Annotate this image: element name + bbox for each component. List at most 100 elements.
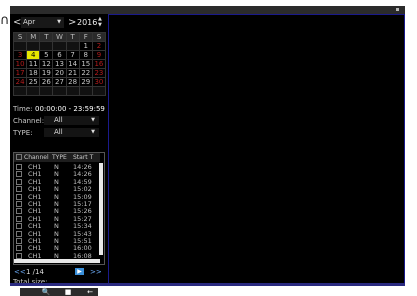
calendar-week: 24 25 26 27 28 29 30 — [12, 77, 107, 87]
row-checkbox[interactable] — [16, 238, 22, 244]
prev-page-button[interactable]: << — [14, 267, 26, 277]
calendar-empty-cell — [26, 86, 41, 96]
calendar-nav: < Apr ▼ > 2016 ▲ ▼ — [12, 16, 106, 30]
calendar-empty-cell — [65, 86, 80, 96]
search-panel: < Apr ▼ > 2016 ▲ ▼ SMTWTFS 1 2 3 4 5 6 7 8 9 10 11 1… — [12, 16, 107, 296]
type-row: TYPE: All ▼ — [12, 128, 106, 138]
calendar-day[interactable]: 30 — [91, 77, 107, 87]
month-select[interactable]: Apr ▼ — [21, 17, 64, 28]
type-select[interactable]: All ▼ — [44, 128, 99, 137]
weekday-label: S — [12, 32, 28, 42]
row-checkbox[interactable] — [16, 193, 22, 200]
calendar-day[interactable]: 12 — [39, 59, 54, 69]
row-checkbox[interactable] — [16, 252, 22, 259]
type-label: TYPE: — [13, 129, 33, 137]
row-checkbox[interactable] — [16, 223, 22, 230]
calendar-empty-cell — [91, 86, 107, 96]
calendar-day[interactable]: 20 — [52, 68, 67, 78]
calendar-day[interactable]: 27 — [52, 77, 67, 87]
calendar-day[interactable]: 2 — [91, 41, 107, 51]
calendar-day[interactable]: 7 — [65, 50, 80, 60]
save-icon[interactable]: ■ — [58, 288, 78, 296]
calendar-day[interactable]: 13 — [52, 59, 67, 69]
title-bar — [10, 6, 405, 14]
column-header[interactable]: Channel — [24, 153, 49, 162]
calendar-day[interactable]: 26 — [39, 77, 54, 87]
row-checkbox[interactable] — [16, 201, 22, 207]
playback-viewer[interactable] — [108, 14, 405, 285]
back-icon[interactable]: ← — [80, 288, 100, 296]
calendar-day[interactable]: 18 — [26, 68, 41, 78]
calendar-day[interactable]: 3 — [12, 50, 28, 60]
calendar-day[interactable]: 28 — [65, 77, 80, 87]
calendar-day[interactable]: 4 — [26, 50, 41, 60]
column-header[interactable]: TYPE — [52, 153, 67, 162]
calendar-day[interactable]: 23 — [91, 68, 107, 78]
weekday-label: W — [52, 32, 67, 42]
weekday-label: T — [39, 32, 54, 42]
type-value: All — [54, 128, 63, 136]
row-checkbox[interactable] — [16, 245, 22, 252]
calendar-day[interactable]: 8 — [78, 50, 93, 60]
row-checkbox[interactable] — [16, 171, 22, 178]
calendar-day[interactable]: 15 — [78, 59, 93, 69]
channel-select[interactable]: All ▼ — [44, 116, 99, 125]
record-list-header: Channel TYPE Start T — [14, 153, 100, 162]
month-value: Apr — [23, 18, 36, 26]
calendar-day[interactable]: 14 — [65, 59, 80, 69]
row-checkbox[interactable] — [16, 178, 22, 185]
next-month-button[interactable]: > — [68, 17, 76, 28]
weekday-label: S — [91, 32, 107, 42]
calendar-grid: SMTWTFS 1 2 3 4 5 6 7 8 9 10 11 12 13 14 15 16 17 18 19 20 2… — [12, 32, 107, 96]
calendar-week: 3456789 — [12, 50, 107, 60]
channel-value: All — [54, 116, 63, 124]
calendar-week — [12, 86, 107, 96]
calendar-day[interactable]: 29 — [78, 77, 93, 87]
channel-row: Channel: All ▼ — [12, 116, 106, 126]
search-icon[interactable]: 🔍 — [36, 288, 56, 296]
horizontal-scrollbar[interactable] — [14, 259, 100, 263]
calendar-empty-cell — [65, 41, 80, 51]
vertical-scrollbar[interactable] — [99, 163, 103, 255]
channel-label: Channel: — [13, 117, 45, 125]
calendar-empty-cell — [12, 41, 28, 51]
calendar-day[interactable]: 24 — [12, 77, 28, 87]
window-control-icon[interactable] — [396, 8, 399, 11]
calendar-empty-cell — [39, 41, 54, 51]
calendar-day[interactable]: 21 — [65, 68, 80, 78]
playback-window: < Apr ▼ > 2016 ▲ ▼ SMTWTFS 1 2 3 4 5 6 7 8 9 10 11 1… — [10, 6, 405, 296]
time-label: Time: — [13, 105, 33, 113]
calendar-day[interactable]: 25 — [26, 77, 41, 87]
go-page-button[interactable]: ▶ — [75, 268, 84, 275]
chevron-down-icon: ▼ — [91, 129, 95, 135]
page-indicator: 1 /14 — [26, 268, 44, 276]
calendar-day[interactable]: 16 — [91, 59, 107, 69]
row-checkbox[interactable] — [16, 186, 22, 193]
edge-glyph: ∩ — [0, 13, 10, 28]
action-toolbar: 🔍 ■ ← — [20, 288, 98, 296]
time-range-value[interactable]: 00:00:00 - 23:59:59 — [35, 104, 105, 114]
row-checkbox[interactable] — [16, 208, 22, 215]
calendar-week: 17 18 19 20 21 22 23 — [12, 68, 107, 78]
calendar-day[interactable]: 6 — [52, 50, 67, 60]
row-checkbox[interactable] — [16, 215, 22, 222]
calendar-day[interactable]: 17 — [12, 68, 28, 78]
weekday-label: F — [78, 32, 93, 42]
time-row: Time: 00:00:00 - 23:59:59 — [12, 104, 106, 114]
next-page-button[interactable]: >> — [90, 267, 102, 277]
calendar-day[interactable]: 10 — [12, 59, 28, 69]
calendar-day[interactable]: 1 — [78, 41, 93, 51]
calendar-day[interactable]: 11 — [26, 59, 41, 69]
select-all-checkbox[interactable] — [16, 154, 22, 160]
calendar-empty-cell — [52, 86, 67, 96]
row-checkbox[interactable] — [16, 164, 22, 170]
calendar-day[interactable]: 5 — [39, 50, 54, 60]
year-value[interactable]: 2016 — [77, 17, 97, 28]
calendar-day[interactable]: 19 — [39, 68, 54, 78]
calendar-day[interactable]: 9 — [91, 50, 107, 60]
column-header[interactable]: Start T — [73, 153, 93, 162]
calendar-day[interactable]: 22 — [78, 68, 93, 78]
calendar-week: 10 11 12 13 14 15 16 — [12, 59, 107, 69]
year-spinner[interactable]: ▲ ▼ — [98, 16, 104, 28]
row-checkbox[interactable] — [16, 230, 22, 237]
